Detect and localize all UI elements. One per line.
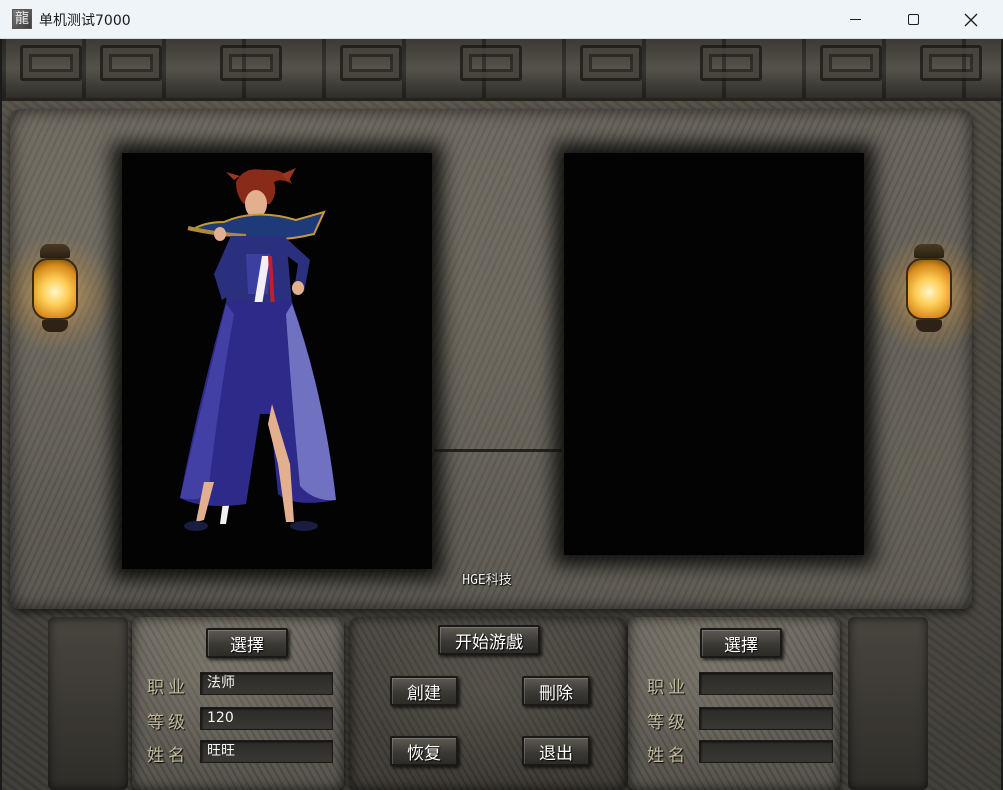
frieze-ornament bbox=[920, 45, 982, 81]
stone-frieze bbox=[2, 39, 1001, 101]
window-titlebar: 龍 单机测试7000 bbox=[0, 0, 1003, 39]
watermark-text: HGE科技 bbox=[462, 573, 512, 588]
stone-pillar-right bbox=[848, 617, 928, 790]
maximize-button[interactable] bbox=[884, 0, 942, 39]
lantern-right-icon bbox=[870, 234, 990, 354]
name-field-right bbox=[699, 740, 833, 763]
wall-crack bbox=[434, 449, 562, 452]
close-icon bbox=[964, 13, 978, 26]
job-field-left: 法师 bbox=[200, 672, 333, 695]
frieze-ornament bbox=[580, 45, 642, 81]
frieze-ornament bbox=[700, 45, 762, 81]
lantern-left-icon bbox=[2, 234, 116, 354]
select-button-left[interactable]: 選擇 bbox=[206, 628, 288, 658]
job-label-left: 职业 bbox=[147, 678, 189, 698]
delete-character-button[interactable]: 刪除 bbox=[522, 676, 590, 706]
level-field-right bbox=[699, 707, 833, 730]
frieze-ornament bbox=[460, 45, 522, 81]
frieze-ornament bbox=[220, 45, 282, 81]
character-slot-right[interactable] bbox=[564, 153, 864, 555]
start-game-button[interactable]: 开始游戲 bbox=[438, 625, 540, 655]
minimize-button[interactable] bbox=[826, 0, 884, 39]
name-label-left: 姓名 bbox=[147, 746, 189, 766]
maximize-icon bbox=[907, 14, 919, 25]
level-label-left: 等级 bbox=[147, 713, 189, 733]
app-icon: 龍 bbox=[12, 9, 32, 29]
job-label-right: 职业 bbox=[647, 678, 689, 698]
frieze-ornament bbox=[100, 45, 162, 81]
name-label-right: 姓名 bbox=[647, 746, 689, 766]
stone-pillar-left bbox=[48, 617, 128, 790]
close-button[interactable] bbox=[942, 0, 1000, 39]
character-info-panel-left: 選擇 职业 法师 等级 120 姓名 旺旺 bbox=[132, 617, 344, 790]
frieze-ornament bbox=[820, 45, 882, 81]
action-panel: 开始游戲 創建 刪除 恢复 退出 bbox=[350, 617, 626, 790]
level-field-left: 120 bbox=[200, 707, 333, 730]
mage-character[interactable] bbox=[174, 164, 344, 534]
select-button-right[interactable]: 選擇 bbox=[700, 628, 782, 658]
restore-character-button[interactable]: 恢复 bbox=[390, 736, 458, 766]
minimize-icon bbox=[849, 19, 861, 20]
create-character-button[interactable]: 創建 bbox=[390, 676, 458, 706]
character-info-panel-right: 選擇 职业 等级 姓名 bbox=[628, 617, 840, 790]
job-field-right bbox=[699, 672, 833, 695]
frieze-ornament bbox=[340, 45, 402, 81]
window-title: 单机测试7000 bbox=[39, 13, 131, 29]
exit-button[interactable]: 退出 bbox=[522, 736, 590, 766]
game-scene: HGE科技 選擇 职业 法师 等级 120 姓名 旺旺 开始游戲 創建 刪除 恢… bbox=[2, 39, 1001, 790]
name-field-left: 旺旺 bbox=[200, 740, 333, 763]
frieze-ornament bbox=[20, 45, 82, 81]
level-label-right: 等级 bbox=[647, 713, 689, 733]
